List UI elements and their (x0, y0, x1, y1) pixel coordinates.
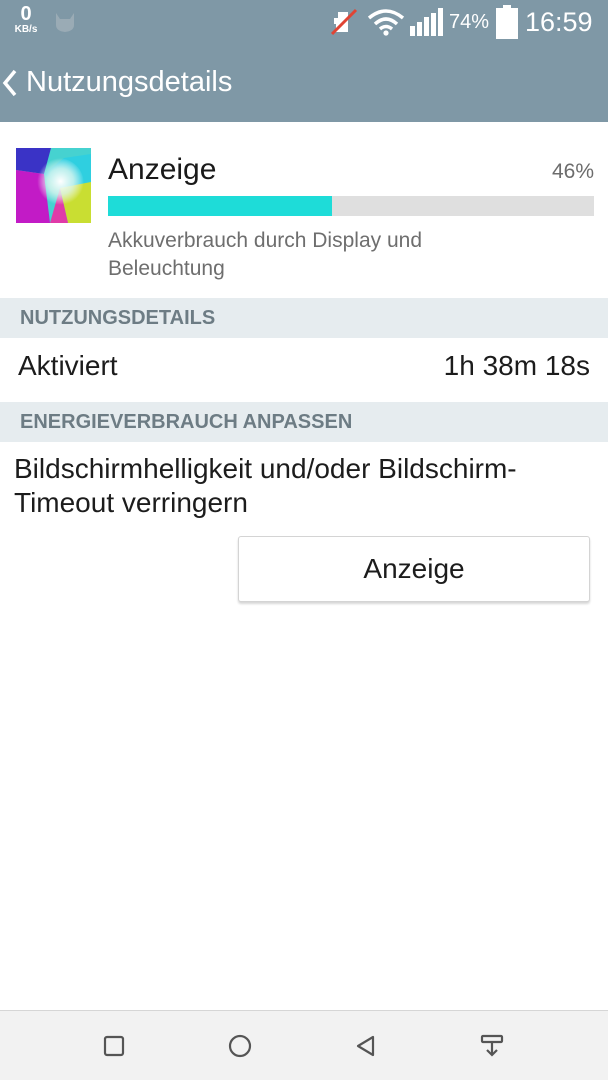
app-bar: Nutzungsdetails (0, 44, 608, 122)
section-header-energy: ENERGIEVERBRAUCH ANPASSEN (0, 402, 608, 442)
active-time-value: 1h 38m 18s (443, 350, 590, 381)
back-icon[interactable] (0, 66, 22, 100)
page-title: Nutzungsdetails (26, 66, 233, 98)
usage-progress-fill (108, 196, 332, 216)
status-bar: 0 KB/s 74% 16:59 (0, 0, 608, 44)
usage-title: Anzeige (108, 153, 217, 186)
notification-pull-icon[interactable] (475, 1029, 509, 1063)
recent-apps-icon[interactable] (97, 1029, 131, 1063)
display-app-icon (16, 148, 91, 223)
section-header-details: NUTZUNGSDETAILS (0, 298, 608, 338)
active-time-label: Aktiviert (18, 350, 118, 381)
battery-percent: 74% (449, 11, 490, 33)
network-speed-value: 0 (20, 3, 32, 25)
usage-percent: 46% (551, 160, 594, 183)
network-speed-unit: KB/s (14, 24, 38, 35)
battery-icon (496, 5, 518, 39)
home-icon[interactable] (223, 1029, 257, 1063)
wifi-icon (367, 9, 405, 36)
navigation-bar (0, 1010, 608, 1080)
cat-icon (56, 13, 74, 32)
display-settings-button[interactable]: Anzeige (238, 536, 590, 602)
energy-hint: Bildschirmhelligkeit und/oder Bildschirm… (14, 453, 517, 518)
clock: 16:59 (525, 7, 593, 37)
network-speed: 0 KB/s (8, 4, 44, 35)
back-nav-icon[interactable] (349, 1029, 383, 1063)
mute-icon (330, 8, 358, 36)
signal-icon (410, 8, 443, 36)
usage-description: Akkuverbrauch durch Display und Beleucht… (108, 229, 422, 280)
usage-progress-bar (108, 196, 594, 216)
